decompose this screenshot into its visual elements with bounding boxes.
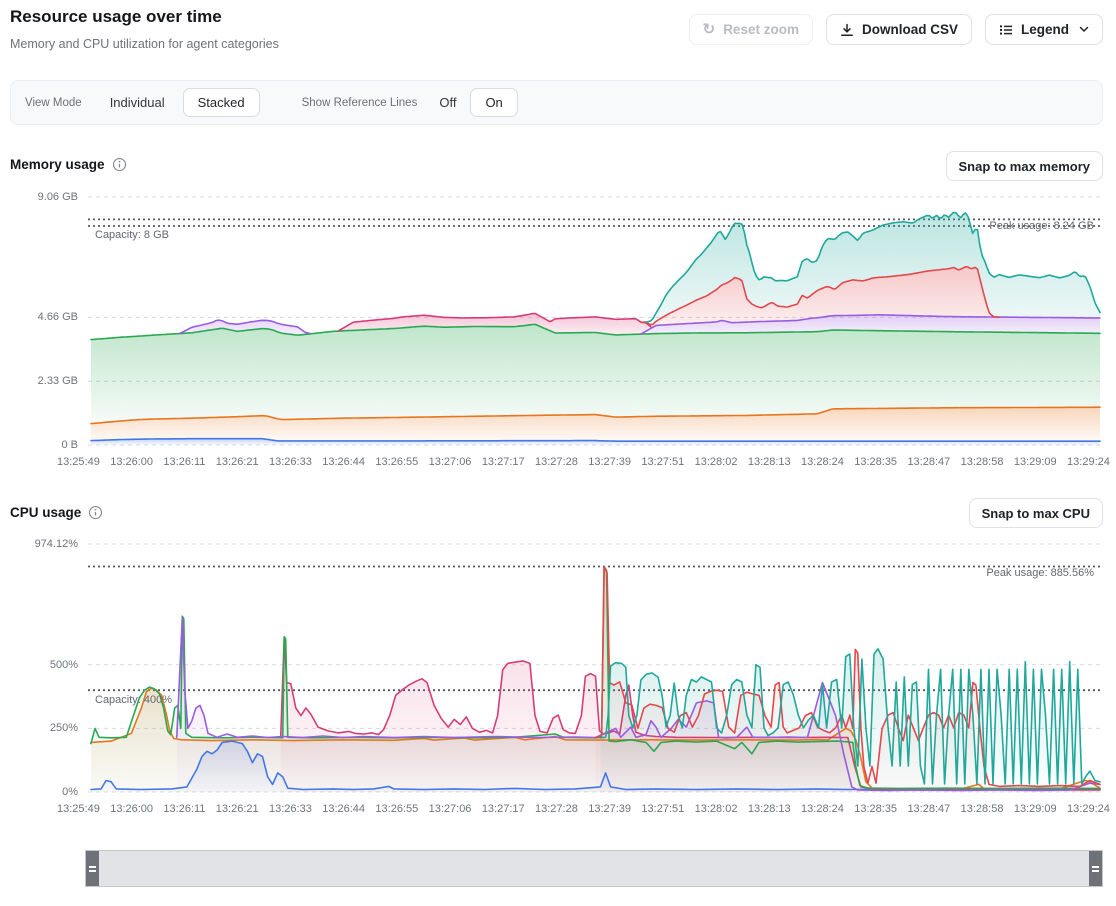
memory-x-axis-tick-label: 13:25:49	[57, 456, 100, 468]
memory-x-axis-tick-label: 13:29:09	[1014, 456, 1057, 468]
info-icon[interactable]	[112, 157, 127, 172]
info-icon[interactable]	[88, 505, 103, 520]
reset-zoom-button[interactable]: ↻ Reset zoom	[689, 14, 813, 45]
memory-chart-canvas[interactable]	[0, 185, 1116, 457]
cpu-x-axis: 13:25:49 13:26:00 13:26:11 13:26:21 13:26:33…	[57, 803, 1110, 815]
memory-x-axis: 13:25:49 13:26:00 13:26:11 13:26:21 13:26:33…	[57, 456, 1110, 468]
view-controls-bar: View Mode Individual Stacked Show Refere…	[10, 80, 1103, 125]
reference-lines-on-button[interactable]: On	[470, 88, 517, 117]
view-mode-individual-button[interactable]: Individual	[108, 91, 167, 114]
reference-lines-label: Show Reference Lines	[302, 97, 418, 109]
reference-lines-off-button[interactable]: Off	[437, 91, 458, 114]
memory-x-axis-tick-label: 13:27:17	[482, 456, 525, 468]
memory-x-axis-tick-label: 13:26:00	[110, 456, 153, 468]
cpu-x-axis-tick-label: 13:28:24	[801, 803, 844, 815]
memory-section-header: Memory usage	[10, 157, 127, 172]
cpu-x-axis-tick-label: 13:28:58	[961, 803, 1004, 815]
page-subtitle: Memory and CPU utilization for agent cat…	[10, 37, 279, 51]
reset-icon: ↻	[703, 22, 716, 37]
cpu-x-axis-tick-label: 13:28:02	[695, 803, 738, 815]
cpu-x-axis-tick-label: 13:25:49	[57, 803, 100, 815]
cpu-x-axis-tick-label: 13:29:09	[1014, 803, 1057, 815]
memory-y-axis-tick-label: 0 B	[0, 439, 78, 451]
cpu-peak-reference-label: Peak usage: 885.56%	[986, 567, 1094, 579]
download-csv-button[interactable]: Download CSV	[826, 14, 972, 45]
memory-x-axis-tick-label: 13:29:24	[1067, 456, 1110, 468]
memory-chart-title: Memory usage	[10, 157, 105, 172]
cpu-chart-canvas[interactable]	[0, 532, 1116, 804]
memory-x-axis-tick-label: 13:28:02	[695, 456, 738, 468]
memory-x-axis-tick-label: 13:26:11	[163, 456, 205, 468]
snap-to-max-cpu-button[interactable]: Snap to max CPU	[969, 498, 1103, 528]
cpu-x-axis-tick-label: 13:28:47	[907, 803, 950, 815]
memory-x-axis-tick-label: 13:27:06	[429, 456, 472, 468]
memory-x-axis-tick-label: 13:26:44	[322, 456, 365, 468]
chevron-down-icon	[1079, 26, 1089, 33]
cpu-x-axis-tick-label: 13:27:17	[482, 803, 525, 815]
memory-x-axis-tick-label: 13:28:58	[961, 456, 1004, 468]
memory-x-axis-tick-label: 13:28:35	[854, 456, 897, 468]
cpu-capacity-reference-label: Capacity: 400%	[95, 694, 172, 706]
cpu-x-axis-tick-label: 13:27:51	[641, 803, 684, 815]
memory-x-axis-tick-label: 13:28:47	[907, 456, 950, 468]
legend-button[interactable]: Legend	[985, 14, 1103, 45]
cpu-x-axis-tick-label: 13:27:06	[429, 803, 472, 815]
legend-label: Legend	[1021, 22, 1069, 37]
cpu-x-axis-tick-label: 13:28:13	[748, 803, 791, 815]
cpu-y-axis-tick-label: 974.12%	[0, 538, 78, 550]
memory-x-axis-tick-label: 13:27:39	[588, 456, 631, 468]
toolbar: ↻ Reset zoom Download CSV Legend	[689, 14, 1103, 45]
reset-zoom-label: Reset zoom	[723, 22, 799, 37]
cpu-chart-title: CPU usage	[10, 505, 81, 520]
memory-x-axis-tick-label: 13:28:24	[801, 456, 844, 468]
cpu-y-axis-tick-label: 250%	[0, 722, 78, 734]
cpu-x-axis-tick-label: 13:29:24	[1067, 803, 1110, 815]
memory-x-axis-tick-label: 13:28:13	[748, 456, 791, 468]
memory-y-axis-tick-label: 9.06 GB	[0, 191, 78, 203]
download-csv-label: Download CSV	[862, 22, 958, 37]
memory-x-axis-tick-label: 13:26:33	[269, 456, 312, 468]
page-title: Resource usage over time	[10, 7, 222, 27]
cpu-x-axis-tick-label: 13:27:28	[535, 803, 578, 815]
cpu-x-axis-tick-label: 13:26:55	[375, 803, 418, 815]
cpu-section-header: CPU usage	[10, 505, 103, 520]
memory-x-axis-tick-label: 13:27:51	[641, 456, 684, 468]
memory-y-axis-tick-label: 2.33 GB	[0, 375, 78, 387]
cpu-y-axis-tick-label: 0%	[0, 786, 78, 798]
memory-x-axis-tick-label: 13:27:28	[535, 456, 578, 468]
memory-x-axis-tick-label: 13:26:55	[375, 456, 418, 468]
brush-right-handle[interactable]	[1089, 851, 1102, 886]
snap-to-max-memory-button[interactable]: Snap to max memory	[946, 151, 1104, 181]
memory-capacity-reference-label: Capacity: 8 GB	[95, 229, 169, 241]
download-icon	[840, 23, 854, 37]
view-mode-label: View Mode	[25, 97, 82, 109]
memory-y-axis-tick-label: 4.66 GB	[0, 311, 78, 323]
brush-left-handle[interactable]	[86, 851, 99, 886]
cpu-x-axis-tick-label: 13:26:33	[269, 803, 312, 815]
cpu-x-axis-tick-label: 13:26:11	[163, 803, 205, 815]
legend-icon	[999, 23, 1013, 37]
memory-peak-reference-label: Peak usage: 8.24 GB	[989, 220, 1094, 232]
cpu-x-axis-tick-label: 13:28:35	[854, 803, 897, 815]
cpu-y-axis-tick-label: 500%	[0, 659, 78, 671]
cpu-x-axis-tick-label: 13:26:21	[216, 803, 259, 815]
cpu-x-axis-tick-label: 13:27:39	[588, 803, 631, 815]
cpu-x-axis-tick-label: 13:26:44	[322, 803, 365, 815]
view-mode-stacked-button[interactable]: Stacked	[183, 88, 260, 117]
cpu-x-axis-tick-label: 13:26:00	[110, 803, 153, 815]
memory-x-axis-tick-label: 13:26:21	[216, 456, 259, 468]
time-range-brush[interactable]	[85, 850, 1103, 887]
